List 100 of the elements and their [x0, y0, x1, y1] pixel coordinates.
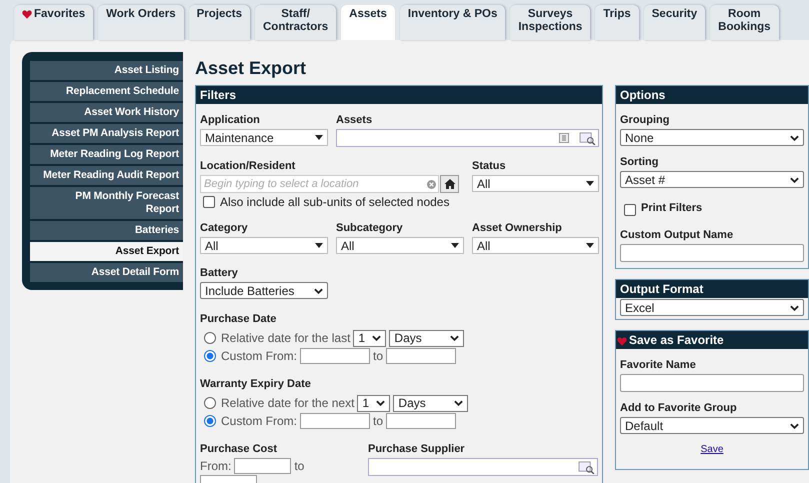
dropdown[interactable]: Include Batteries [200, 282, 328, 299]
chevron-icon [790, 304, 799, 310]
date-field[interactable] [300, 348, 370, 364]
nav-tab[interactable]: Assets [341, 5, 395, 40]
date-field[interactable] [386, 413, 456, 429]
input-field[interactable] [620, 374, 804, 392]
radio-button[interactable] [204, 332, 216, 344]
range-label: to [373, 349, 384, 363]
home-button[interactable] [440, 175, 459, 193]
field-label: Sorting [620, 156, 660, 169]
field-label: Purchase Supplier [368, 443, 466, 456]
sidebar-item[interactable]: PM Monthly Forecast Report [30, 187, 183, 219]
dropdown[interactable]: Default [620, 417, 804, 434]
heart-icon [617, 336, 627, 346]
nav-tab[interactable]: Staff/ Contractors [254, 5, 336, 40]
clear-icon[interactable] [427, 180, 436, 188]
sidebar-item[interactable]: Batteries [30, 221, 183, 240]
chevron-icon [790, 134, 799, 140]
field-label: Subcategory [336, 222, 404, 235]
list-icon [559, 133, 569, 143]
caret-icon [586, 181, 594, 186]
checkbox[interactable] [203, 196, 215, 208]
field-label: Battery [200, 267, 239, 280]
nav-tab[interactable]: Projects [188, 5, 250, 40]
field-label: Favorite Name [620, 359, 697, 372]
panel-header: Save as Favorite [629, 333, 724, 347]
field-label: Category [200, 222, 249, 235]
panel-header: Filters [196, 86, 602, 104]
field-label: Warranty Expiry Date [200, 378, 312, 391]
radio-button[interactable] [204, 415, 216, 427]
dropdown[interactable]: All [472, 237, 599, 254]
checkbox-label: Print Filters [641, 202, 702, 215]
dropdown[interactable]: Excel [620, 299, 804, 316]
sidebar-item[interactable]: Asset Work History [30, 103, 183, 122]
radio-button[interactable] [204, 397, 216, 409]
sidebar-item[interactable]: Replacement Schedule [30, 82, 183, 101]
date-field[interactable] [300, 413, 370, 429]
dropdown[interactable]: Days [393, 394, 468, 412]
radio-label: Custom From: [221, 349, 298, 363]
checkbox[interactable] [624, 204, 636, 216]
nav-tab[interactable]: Trips [595, 5, 639, 40]
nav-tab[interactable]: Favorites [14, 5, 94, 40]
dropdown[interactable]: 1 [353, 330, 386, 346]
input-field[interactable] [336, 129, 599, 147]
caret-icon [451, 243, 459, 248]
field-label: Grouping [620, 114, 670, 127]
chevron-icon [372, 335, 382, 341]
radio-button[interactable] [204, 350, 216, 362]
cost-field[interactable] [234, 458, 292, 474]
field-label: Custom Output Name [620, 229, 734, 242]
sidebar-item[interactable]: Meter Reading Log Report [30, 145, 183, 164]
input-field[interactable] [368, 458, 598, 476]
dropdown[interactable]: None [620, 129, 804, 146]
field-label: Asset Ownership [472, 222, 563, 235]
field-label: Status [472, 160, 507, 173]
radio-label: Relative date for the next [221, 396, 354, 410]
field-label: Location/Resident [200, 160, 296, 173]
panel-header: Options [616, 86, 808, 104]
dropdown[interactable]: All [200, 237, 328, 254]
page-title: Asset Export [195, 57, 308, 80]
nav-tab[interactable]: Room Bookings [710, 5, 779, 40]
sidebar-item[interactable]: Asset Listing [30, 61, 183, 80]
sidebar-item[interactable]: Asset PM Analysis Report [30, 124, 183, 143]
checkbox-label: Also include all sub-units of selected nodes [220, 195, 450, 209]
nav-tab[interactable]: Security [644, 5, 706, 40]
dropdown[interactable]: All [336, 237, 464, 254]
input-field[interactable]: Begin typing to select a location [200, 175, 439, 193]
range-label: to [373, 414, 384, 428]
save-link[interactable]: Save [700, 444, 724, 455]
chevron-icon [376, 400, 386, 406]
chevron-icon [450, 335, 460, 341]
search-icon[interactable] [578, 460, 595, 474]
chevron-icon [790, 422, 799, 428]
panel-header: Output Format [616, 280, 808, 298]
search-icon[interactable] [579, 132, 596, 144]
range-label: to [294, 459, 304, 473]
sidebar-item[interactable]: Asset Detail Form [30, 263, 183, 282]
home-icon [444, 178, 456, 190]
nav-tab[interactable]: Work Orders [98, 5, 184, 40]
chevron-icon [454, 400, 464, 406]
field-label: Purchase Date [200, 313, 278, 326]
range-label: From: [200, 459, 232, 473]
dropdown[interactable]: Maintenance [200, 129, 328, 146]
nav-tab[interactable]: Inventory & POs [400, 5, 506, 40]
input-field[interactable] [620, 244, 804, 262]
sidebar-item[interactable]: Asset Export [30, 242, 183, 261]
radio-label: Custom From: [221, 414, 298, 428]
radio-label: Relative date for the last [221, 331, 350, 345]
field-label: Purchase Cost [200, 443, 278, 456]
date-field[interactable] [386, 348, 456, 364]
field-label: Add to Favorite Group [620, 402, 738, 415]
nav-tab[interactable]: Surveys Inspections [510, 5, 590, 40]
dropdown[interactable]: Asset # [620, 171, 804, 188]
dropdown[interactable]: Days [389, 330, 464, 346]
dropdown[interactable]: All [472, 175, 599, 192]
sidebar-item[interactable]: Meter Reading Audit Report [30, 166, 183, 185]
heart-icon [22, 10, 32, 19]
chevron-icon [790, 176, 799, 182]
dropdown[interactable]: 1 [357, 394, 390, 412]
chevron-icon [314, 288, 323, 294]
